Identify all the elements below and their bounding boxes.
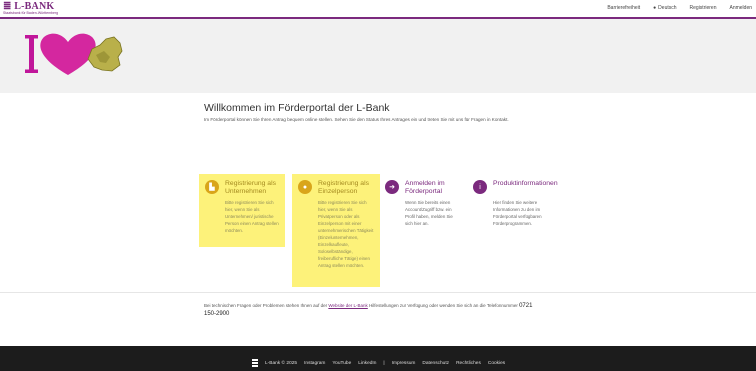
tile-title: Registrierung als Unternehmen	[225, 180, 276, 195]
logo-subtitle: Staatsbank für Baden-Württemberg	[3, 11, 59, 15]
language-selector[interactable]: ● Deutsch	[653, 5, 676, 11]
person-icon: ●	[298, 180, 312, 194]
intro-text: Im Förderportal können Sie Ihren Antrag …	[204, 117, 509, 122]
nav-accessibility[interactable]: Barrierefreiheit	[607, 5, 640, 11]
footer-link-instagram[interactable]: Instagram	[304, 361, 325, 366]
lbank-logo[interactable]: ≣ L-BANK Staatsbank für Baden-Württember…	[3, 1, 59, 16]
support-text-before: Bei technischen Fragen oder Problemen st…	[204, 303, 328, 308]
footer-link-datenschutz[interactable]: Datenschutz	[422, 361, 449, 366]
tile-product-info[interactable]: i Produktinformationen Hier finden Sie w…	[467, 174, 558, 234]
top-nav: Barrierefreiheit ● Deutsch Registrieren …	[594, 5, 752, 11]
footer-copyright: L-Bank © 2025	[265, 360, 298, 366]
tile-description: Hier finden Sie weitere Informationen zu…	[493, 200, 542, 226]
page-footer: L-Bank © 2025 Instagram YouTube LinkedIn…	[0, 346, 756, 371]
tile-title: Registrierung als Einzelperson	[318, 180, 369, 195]
footer-link-linkedin[interactable]: LinkedIn	[358, 361, 376, 366]
tile-description: Bitte registrieren Sie sich hier, wenn S…	[225, 200, 279, 233]
lbank-website-link[interactable]: Website der L-Bank	[328, 303, 367, 308]
footer-separator: |	[383, 360, 385, 366]
page-title: Willkommen im Förderportal der L-Bank	[204, 102, 390, 114]
logo-text: ≣ L-BANK	[3, 1, 55, 12]
support-text-after: Hilfestellungen zur Verfügung oder wende…	[369, 303, 486, 308]
footer-link-impressum[interactable]: Impressum	[392, 361, 416, 366]
tile-login[interactable]: ➜ Anmelden im Förderportal Wenn Sie bere…	[379, 174, 467, 234]
i-love-bw-graphic	[25, 33, 123, 75]
nav-register[interactable]: Registrieren	[690, 5, 717, 11]
language-label: Deutsch	[658, 5, 677, 11]
hero-banner	[0, 19, 756, 93]
globe-icon: ●	[653, 5, 657, 11]
footer-link-cookies[interactable]: Cookies	[488, 361, 505, 366]
content-divider	[0, 292, 756, 293]
tile-description: Bitte registrieren Sie sich hier, wenn S…	[318, 200, 374, 268]
phone-label: Telefonnummer	[486, 303, 518, 308]
tile-description: Wenn Sie bereits einen Account/Zugriff b…	[405, 200, 453, 226]
support-note: Bei technischen Fragen oder Problemen st…	[204, 302, 534, 318]
tile-title: Produktinformationen	[493, 180, 558, 187]
tile-register-person[interactable]: ● Registrierung als Einzelperson Bitte r…	[292, 174, 380, 287]
factory-icon: ▙	[205, 180, 219, 194]
footer-link-youtube[interactable]: YouTube	[332, 361, 351, 366]
top-bar: ≣ L-BANK Staatsbank für Baden-Württember…	[0, 0, 756, 19]
tile-title: Anmelden im Förderportal	[405, 180, 445, 195]
tile-register-company[interactable]: ▙ Registrierung als Unternehmen Bitte re…	[199, 174, 285, 247]
nav-login[interactable]: Anmelden	[729, 5, 752, 11]
footer-links: L-Bank © 2025 Instagram YouTube LinkedIn…	[252, 359, 512, 367]
info-icon: i	[473, 180, 487, 194]
footer-link-rechtliches[interactable]: Rechtliches	[456, 361, 481, 366]
lbank-footer-logo-icon	[252, 359, 258, 367]
login-icon: ➜	[385, 180, 399, 194]
